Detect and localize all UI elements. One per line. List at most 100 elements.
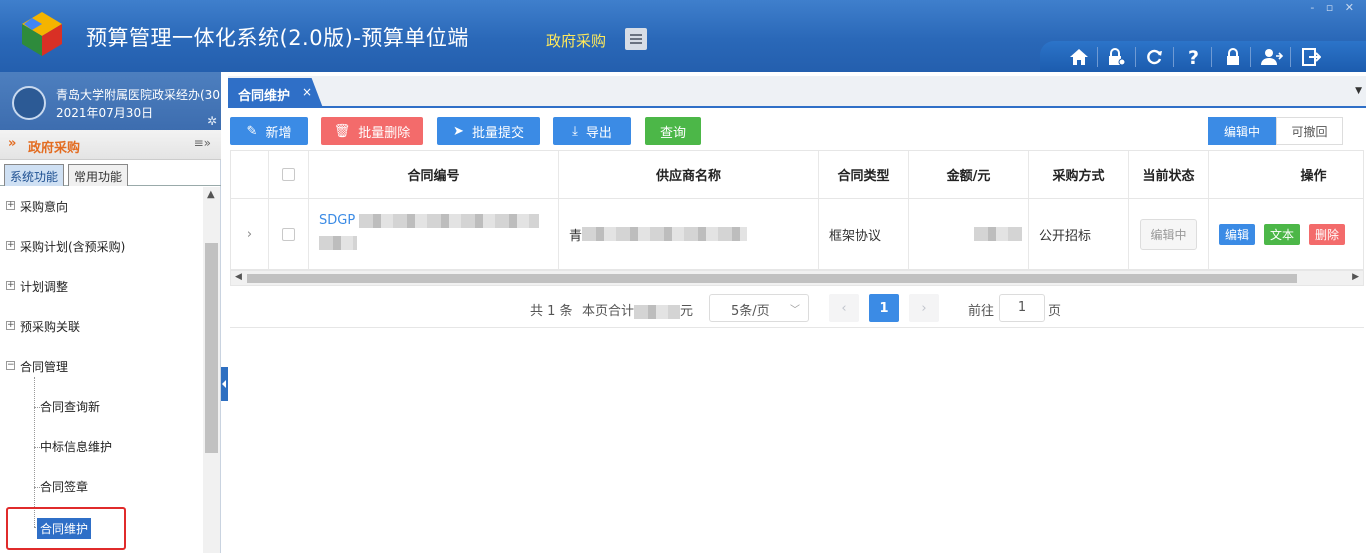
filter-editing[interactable]: 编辑中 [1208,117,1276,145]
row-checkbox[interactable] [282,227,295,241]
column-header-contract-no[interactable]: 合同编号 [309,151,559,198]
cell-operations: 编辑 文本 删除 [1209,199,1363,269]
expand-icon[interactable]: + [6,241,15,250]
send-icon: ➤ [453,123,464,139]
redacted-text [359,213,540,228]
refresh-icon[interactable] [1139,44,1169,70]
row-select-cell [269,199,309,269]
goto-page-input[interactable]: 1 [999,294,1045,322]
contract-table: 合同编号 供应商名称 合同类型 金额/元 采购方式 当前状态 操作 › SDGP… [230,150,1364,270]
export-label: 导出 [585,125,612,141]
sidebar-tree: + 采购意向 + 采购计划(含预采购) + 计划调整 + 预采购关联 − 合同管… [0,187,204,553]
table-row[interactable]: › SDGP 青 框架协议 公开招标 编辑中 编辑 文本 删除 [231,199,1363,269]
expand-icon[interactable]: + [6,201,15,210]
column-header-operations: 操作 [1209,151,1363,198]
cell-amount [909,199,1029,269]
select-all-checkbox[interactable] [282,168,295,181]
main-content: ✎ 新增 🗑 批量删除 ➤ 批量提交 ⤓ 导出 查询 编辑中 可撤回 合同编号 … [228,110,1366,553]
contract-no-text: SDGP [319,213,356,228]
tree-item-label: 预采购关联 [20,320,81,334]
tree-item-label: 采购计划(含预采购) [20,240,126,254]
logout-icon[interactable] [1296,44,1326,70]
table-horizontal-scrollbar[interactable]: ◀ ▶ [230,270,1364,286]
expand-column-header [231,151,269,198]
cell-supplier: 青 [559,199,819,269]
filter-revocable[interactable]: 可撤回 [1276,117,1343,145]
lock-settings-icon[interactable] [1101,44,1131,70]
tab-close-icon[interactable]: × [302,85,312,99]
annotation-highlight-box [6,507,126,550]
sidebar-collapse-handle[interactable] [221,367,228,401]
batch-delete-label: 批量删除 [358,125,411,141]
expand-icon[interactable]: + [6,321,15,330]
home-icon[interactable] [1064,44,1094,70]
section-menu-icon[interactable]: ≡» [194,136,211,150]
scroll-left-icon[interactable]: ◀ [235,272,242,282]
download-icon: ⤓ [572,123,578,139]
tab-system-functions[interactable]: 系统功能 [4,164,65,186]
trash-icon: 🗑 [333,123,351,139]
tab-common-functions[interactable]: 常用功能 [68,164,129,186]
tree-item-label: 采购意向 [20,200,69,214]
window-controls[interactable]: - ▫ ✕ [1310,1,1358,14]
gear-icon[interactable]: ✲ [207,114,217,128]
page-sum-suffix: 元 [680,304,694,319]
pager-page-sum: 本页合计 元 [582,300,693,319]
column-header-supplier[interactable]: 供应商名称 [559,151,819,198]
cell-method: 公开招标 [1029,199,1129,269]
column-header-method[interactable]: 采购方式 [1029,151,1129,198]
user-switch-icon[interactable] [1257,44,1287,70]
tree-child-label: 中标信息维护 [40,440,113,454]
page-number-button[interactable]: 1 [869,294,899,322]
page-size-select[interactable]: 5条/页 ﹀ [709,294,809,322]
tab-list-dropdown-icon[interactable]: ▼ [1355,86,1362,96]
prev-page-button[interactable]: ‹ [829,294,859,322]
delete-row-button[interactable]: 删除 [1309,223,1346,245]
module-menu-icon[interactable] [625,28,647,50]
redacted-text [319,236,357,250]
user-name: 青岛大学附属医院政采经办(30 [56,88,220,102]
collapse-icon[interactable]: − [6,361,15,370]
batch-delete-button[interactable]: 🗑 批量删除 [321,117,423,145]
expand-icon[interactable]: + [6,281,15,290]
text-row-button[interactable]: 文本 [1264,223,1301,245]
export-button[interactable]: ⤓ 导出 [553,117,631,145]
add-button[interactable]: ✎ 新增 [230,117,308,145]
edit-row-button[interactable]: 编辑 [1219,223,1256,245]
select-all-cell [269,151,309,198]
sidebar-scrollbar[interactable]: ▲ [203,187,220,553]
column-header-status[interactable]: 当前状态 [1129,151,1209,198]
chevron-down-icon: ﹀ [790,305,800,316]
user-avatar-icon[interactable] [12,86,46,120]
cell-contract-no[interactable]: SDGP [309,199,559,269]
cell-status: 编辑中 [1129,199,1209,269]
svg-text:?: ? [1188,47,1199,67]
sidebar-section-title: 政府采购 [28,141,81,156]
page-unit-label: 页 [1048,304,1062,319]
column-header-contract-type[interactable]: 合同类型 [819,151,909,198]
lock-icon[interactable] [1218,44,1248,70]
add-button-label: 新增 [265,125,292,141]
current-module-label[interactable]: 政府采购 [546,30,606,51]
help-icon[interactable]: ? [1179,44,1209,70]
sidebar-tabs: 系统功能 常用功能 [0,162,221,186]
tab-bar: 合同维护 ▼ [228,76,1366,108]
status-badge: 编辑中 [1140,218,1197,250]
tree-connector [34,377,35,527]
scrollbar-thumb[interactable] [247,274,1297,283]
batch-submit-button[interactable]: ➤ 批量提交 [437,117,540,145]
table-header: 合同编号 供应商名称 合同类型 金额/元 采购方式 当前状态 操作 [231,151,1363,199]
redacted-sum [634,304,681,319]
scrollbar-thumb[interactable] [205,243,218,453]
scroll-up-icon[interactable]: ▲ [207,189,215,200]
column-header-amount[interactable]: 金额/元 [909,151,1029,198]
row-expand-icon[interactable]: › [231,199,269,269]
redacted-amount [974,227,1022,241]
tab-label: 合同维护 [238,89,291,104]
query-button[interactable]: 查询 [645,117,701,145]
scroll-right-icon[interactable]: ▶ [1352,272,1359,282]
next-page-button[interactable]: › [909,294,939,322]
pagination: 共 1 条 本页合计 元 5条/页 ﹀ ‹ 1 › 前往 1 页 [230,288,1364,328]
tree-item-label: 计划调整 [20,280,69,294]
page-sum-prefix: 本页合计 [582,304,635,319]
